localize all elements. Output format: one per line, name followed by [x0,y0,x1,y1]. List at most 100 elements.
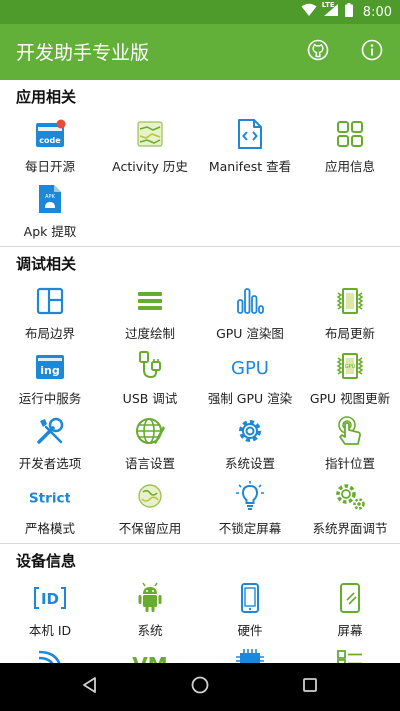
content-list[interactable]: 应用相关 code 每日开源 Activity 历史 Manifest 查看 应… [0,80,400,663]
tile-feature-list[interactable] [300,643,400,663]
android-robot-icon [130,580,170,616]
recent-square-icon [300,675,320,699]
tile-developer-options[interactable]: 开发者选项 [0,411,100,476]
tile-language-settings[interactable]: 语言设置 [100,411,200,476]
tile-label: 开发者选项 [18,456,82,471]
tile-label: 强制 GPU 渲染 [207,391,293,406]
tile-force-gpu-render[interactable]: GPU 强制 GPU 渲染 [200,346,300,411]
screen-icon [330,580,370,616]
tile-label: USB 调试 [122,391,178,406]
tile-system[interactable]: 系统 [100,578,200,643]
tile-label: 布局更新 [324,326,375,341]
strict-badge-text: Strict [30,490,70,506]
code-badge-text: code [39,136,61,145]
tile-system-settings[interactable]: 系统设置 [200,411,300,476]
back-button[interactable] [78,675,102,699]
tile-gpu-view-update[interactable]: GPU GPU 视图更新 [300,346,400,411]
dont-keep-apps-icon [130,478,170,514]
tile-screen[interactable]: 屏幕 [300,578,400,643]
tile-label: 系统界面调节 [312,521,388,536]
tile-label: 语言设置 [124,456,175,471]
battery-icon [344,3,353,21]
tile-usb-debug[interactable]: USB 调试 [100,346,200,411]
section-debug: 调试相关 布局边界 过度绘制 GPU 渲染图 布局更新 ing 运行中服务 US… [0,247,400,544]
tile-cpu[interactable] [200,643,300,663]
status-icons: LTE 8:00 [301,0,392,24]
tile-label: 屏幕 [337,623,363,638]
tile-daily-open-source[interactable]: code 每日开源 [0,114,100,179]
tile-label: 不保留应用 [118,521,182,536]
tile-label: 本机 ID [28,623,72,638]
tile-label: Activity 历史 [112,159,188,174]
system-ui-gears-icon [330,478,370,514]
tile-activity-history[interactable]: Activity 历史 [100,114,200,179]
ing-badge-text: ing [40,364,59,377]
svg-text:GPU: GPU [345,364,356,370]
apk-file-icon: APK [30,181,70,217]
usb-cable-icon [130,348,170,384]
activity-history-icon [130,116,170,152]
tile-label: 应用信息 [324,159,375,174]
strict-mode-icon: Strict [30,478,70,514]
tile-gpu-render-graph[interactable]: GPU 渲染图 [200,281,300,346]
tile-network[interactable] [0,643,100,663]
language-globe-icon [130,413,170,449]
tile-overdraw[interactable]: 过度绘制 [100,281,200,346]
manifest-file-icon [230,116,270,152]
tile-manifest-viewer[interactable]: Manifest 查看 [200,114,300,179]
tile-system-ui-tuner[interactable]: 系统界面调节 [300,476,400,541]
tile-label: 系统设置 [224,456,275,471]
layout-update-icon [330,283,370,319]
tile-dont-keep-apps[interactable]: 不保留应用 [100,476,200,541]
wifi-icon [301,3,317,21]
tile-layout-bounds[interactable]: 布局边界 [0,281,100,346]
app-grid-icon [330,116,370,152]
app-bar: 开发助手专业版 [0,24,400,80]
tile-grid: code 每日开源 Activity 历史 Manifest 查看 应用信息 A… [0,114,400,244]
device-id-icon: ID [30,580,70,616]
tile-apk-extract[interactable]: APK Apk 提取 [0,179,100,244]
tile-strict-mode[interactable]: Strict 严格模式 [0,476,100,541]
app-title: 开发助手专业版 [16,42,150,64]
tile-pointer-location[interactable]: 指针位置 [300,411,400,476]
tile-label: 硬件 [237,623,263,638]
settings-gear-icon [230,413,270,449]
home-circle-icon [190,675,210,699]
github-button[interactable] [301,35,335,69]
section-title: 调试相关 [16,255,77,273]
tile-hardware[interactable]: 硬件 [200,578,300,643]
tile-grid: 布局边界 过度绘制 GPU 渲染图 布局更新 ing 运行中服务 USB 调试 … [0,281,400,541]
tile-layout-update[interactable]: 布局更新 [300,281,400,346]
recent-apps-button[interactable] [298,675,322,699]
signal-icon: LTE [321,1,339,21]
lte-label: LTE [321,1,335,9]
feature-list-icon [330,645,370,663]
section-app: 应用相关 code 每日开源 Activity 历史 Manifest 查看 应… [0,80,400,247]
info-button[interactable] [355,35,389,69]
status-time: 8:00 [362,4,392,20]
navigation-bar [0,663,400,711]
pointer-touch-icon [330,413,370,449]
tile-grid: ID 本机 ID 系统 硬件 屏幕 [0,578,400,663]
tile-stay-awake[interactable]: 不锁定屏幕 [200,476,300,541]
tile-running-services[interactable]: ing 运行中服务 [0,346,100,411]
gpu-badge-text: GPU [231,358,269,379]
tile-device-id[interactable]: ID 本机 ID [0,578,100,643]
tile-app-info[interactable]: 应用信息 [300,114,400,179]
tile-label: 不锁定屏幕 [218,521,282,536]
virtual-machine-icon: VM [130,645,170,663]
section-title: 应用相关 [16,88,77,106]
lightbulb-icon [230,478,270,514]
home-button[interactable] [188,675,212,699]
tile-label: GPU 视图更新 [309,391,391,406]
info-icon [361,39,383,65]
tile-virtual-machine[interactable]: VM [100,643,200,663]
back-triangle-icon [80,675,100,699]
code-box-icon: code [30,116,70,152]
section-title: 设备信息 [16,552,77,570]
tile-label: 指针位置 [324,456,375,471]
developer-tools-icon [30,413,70,449]
tile-label: 布局边界 [24,326,75,341]
tile-label: Manifest 查看 [208,159,292,174]
tile-label: 每日开源 [24,159,75,174]
